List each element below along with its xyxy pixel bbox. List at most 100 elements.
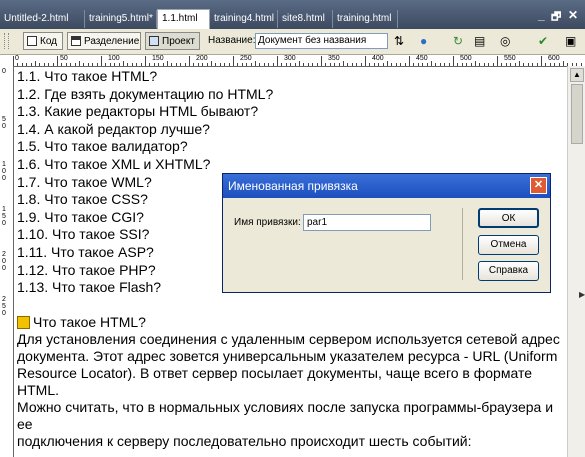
view-options-icon[interactable]: ▤ bbox=[474, 35, 485, 47]
ruler-tick bbox=[250, 63, 252, 66]
ruler-label: 350 bbox=[328, 55, 340, 62]
design-view-button[interactable]: Проект bbox=[145, 32, 200, 50]
cancel-button[interactable]: Отмена bbox=[478, 235, 539, 255]
ruler-tick bbox=[426, 63, 428, 66]
code-view-label: Код bbox=[40, 36, 58, 47]
ruler-tick bbox=[127, 63, 129, 66]
ruler-tick bbox=[206, 63, 208, 66]
ruler-tick bbox=[448, 63, 450, 66]
tab-untitled-2[interactable]: Untitled-2.html bbox=[0, 10, 85, 28]
ruler-tick bbox=[519, 61, 520, 66]
tab-site8[interactable]: site8.html bbox=[278, 10, 333, 28]
section-heading: Что такое HTML? bbox=[33, 313, 146, 330]
ruler-label: 50 bbox=[60, 55, 68, 62]
ruler-tick bbox=[466, 63, 468, 66]
ruler-tick bbox=[435, 63, 437, 66]
tab-training[interactable]: training.html bbox=[333, 10, 398, 28]
ruler-tick bbox=[259, 63, 261, 66]
ruler-tick bbox=[39, 63, 41, 66]
code-view-button[interactable]: Код bbox=[23, 32, 63, 50]
ruler-tick bbox=[523, 63, 525, 66]
ruler-tick bbox=[444, 63, 446, 66]
ruler-tick bbox=[536, 63, 538, 66]
ok-button[interactable]: ОК bbox=[478, 208, 539, 228]
dialog-title-bar[interactable]: Именованная привязка bbox=[223, 174, 550, 198]
ruler-tick bbox=[373, 63, 375, 66]
ruler-tick bbox=[43, 63, 45, 66]
ruler-label: 150 bbox=[152, 55, 164, 62]
validate-icon[interactable]: ✔ bbox=[538, 35, 548, 47]
ruler-tick bbox=[167, 61, 168, 66]
ruler-tick bbox=[52, 63, 54, 66]
vertical-scrollbar[interactable]: ▲ bbox=[567, 66, 585, 457]
ruler-label: 0 bbox=[15, 55, 19, 62]
ruler-tick bbox=[554, 63, 556, 66]
ruler-tick bbox=[391, 63, 393, 66]
file-management-icon[interactable]: ⇅ bbox=[394, 35, 404, 47]
ruler-tick bbox=[13, 56, 14, 66]
toc-item: 1.4. А какой редактор лучше? bbox=[17, 120, 210, 137]
tab-1-1[interactable]: 1.1.html bbox=[157, 9, 210, 29]
scroll-up-icon[interactable]: ▲ bbox=[570, 68, 584, 82]
panel-expand-icon[interactable]: ▶ bbox=[579, 290, 585, 299]
ruler-label: 150 bbox=[2, 206, 6, 227]
ruler-tick bbox=[453, 56, 454, 66]
ruler-tick bbox=[145, 56, 146, 66]
ruler-label: 200 bbox=[196, 55, 208, 62]
ruler-tick bbox=[360, 63, 362, 66]
title-label: Название: bbox=[208, 35, 256, 46]
minimize-icon[interactable]: _ bbox=[538, 8, 545, 22]
close-icon[interactable]: ✕ bbox=[568, 8, 578, 22]
ruler-tick bbox=[422, 63, 424, 66]
split-view-button[interactable]: Разделение bbox=[67, 32, 141, 50]
ruler-tick bbox=[312, 63, 314, 66]
ruler-label: 0 bbox=[2, 68, 6, 75]
ruler-tick bbox=[387, 61, 388, 66]
ruler-tick bbox=[105, 63, 107, 66]
scroll-thumb[interactable] bbox=[571, 84, 583, 144]
ruler-tick bbox=[255, 61, 256, 66]
tab-training4[interactable]: training4.html bbox=[210, 10, 278, 28]
ruler-tick bbox=[400, 63, 402, 66]
ruler-label: 600 bbox=[548, 55, 560, 62]
browser-check-icon[interactable]: ▣ bbox=[565, 35, 576, 47]
ruler-tick bbox=[329, 63, 331, 66]
dialog-close-icon[interactable]: ✕ bbox=[530, 177, 547, 194]
ruler-tick bbox=[101, 56, 102, 66]
ruler-tick bbox=[365, 56, 366, 66]
anchor-name-input[interactable]: par1 bbox=[303, 214, 431, 231]
preview-globe-icon[interactable]: ● bbox=[420, 35, 427, 47]
ruler-tick bbox=[382, 63, 384, 66]
document-title-input[interactable]: Документ без названия bbox=[255, 33, 388, 49]
ruler-label: 200 bbox=[2, 251, 6, 272]
restore-icon[interactable]: 🗗 bbox=[551, 8, 561, 27]
document-tab-bar: Untitled-2.html training5.html* 1.1.html… bbox=[0, 0, 585, 29]
ruler-tick bbox=[70, 63, 72, 66]
ruler-tick bbox=[505, 63, 507, 66]
ruler-tick bbox=[26, 63, 28, 66]
design-view-label: Проект bbox=[162, 36, 195, 47]
ruler-tick bbox=[65, 63, 67, 66]
ruler-tick bbox=[123, 61, 124, 66]
refresh-icon[interactable]: ↻ bbox=[453, 35, 463, 47]
ruler-tick bbox=[497, 56, 498, 66]
ruler-tick bbox=[356, 63, 358, 66]
ruler-tick bbox=[413, 63, 415, 66]
visual-aids-icon[interactable]: ◎ bbox=[500, 35, 510, 47]
ruler-tick bbox=[224, 63, 226, 66]
help-button[interactable]: Справка bbox=[478, 261, 539, 281]
ruler-tick bbox=[290, 63, 292, 66]
ruler-tick bbox=[461, 63, 463, 66]
anchor-name-label: Имя привязки: bbox=[234, 217, 301, 228]
ruler-tick bbox=[228, 63, 230, 66]
ruler-tick bbox=[334, 63, 336, 66]
ruler-tick bbox=[417, 63, 419, 66]
ruler-tick bbox=[79, 61, 80, 66]
ruler-tick bbox=[30, 63, 32, 66]
ruler-tick bbox=[501, 63, 503, 66]
body-paragraph: Для установления соединения с удаленным … bbox=[17, 330, 560, 398]
tab-training5[interactable]: training5.html* bbox=[85, 10, 157, 28]
toolbar-grip[interactable] bbox=[4, 33, 9, 49]
anchor-marker-icon[interactable] bbox=[17, 315, 30, 329]
ruler-tick bbox=[162, 63, 164, 66]
